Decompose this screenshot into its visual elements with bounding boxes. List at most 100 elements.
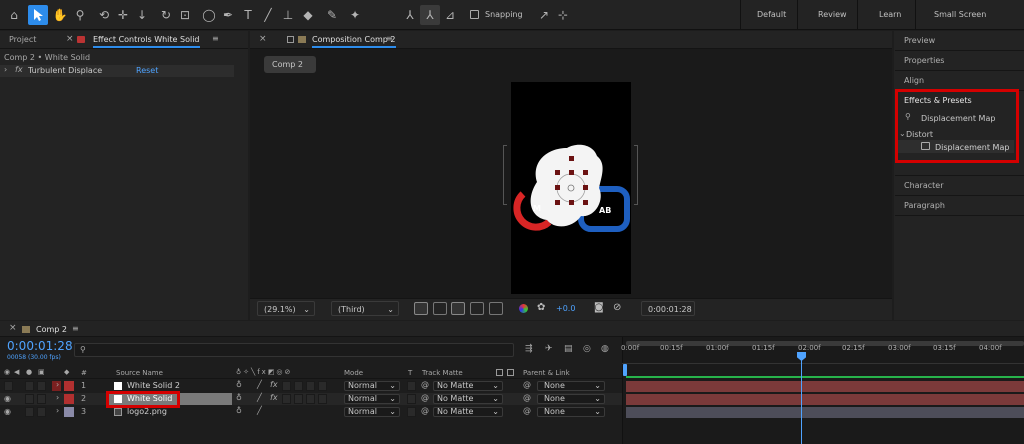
workspace-review[interactable]: Review [818, 10, 847, 19]
ellipse-tool-icon[interactable]: ◯ [199, 5, 219, 25]
pickwhip-icon[interactable]: @ [421, 393, 429, 402]
quality-icon[interactable]: ╱ [257, 380, 262, 389]
shy-icon[interactable]: ♁ [236, 393, 242, 402]
workspace-learn[interactable]: Learn [879, 10, 901, 19]
pan-camera-icon[interactable]: ✛ [113, 5, 133, 25]
lock-switch-icon[interactable]: ▣ [38, 368, 45, 376]
solo-toggle[interactable] [25, 381, 34, 391]
comp-panel-menu-icon[interactable]: ≡ [386, 34, 393, 43]
zoom-dropdown[interactable]: (29.1%) ⌄ [257, 301, 315, 316]
pickwhip-icon[interactable]: @ [421, 380, 429, 389]
layer-name[interactable]: logo2.png [127, 407, 167, 416]
snapping-checkbox[interactable] [470, 10, 479, 19]
switch-cell[interactable] [306, 394, 315, 404]
snap-edges-icon[interactable]: ↗ [534, 5, 554, 25]
comp-flowchart-icon[interactable]: ⇶ [525, 344, 533, 354]
preserve-transparency-toggle[interactable] [407, 407, 416, 417]
preserve-transparency-toggle[interactable] [407, 394, 416, 404]
lock-toggle[interactable] [37, 381, 46, 391]
dolly-camera-icon[interactable]: ↓ [132, 5, 152, 25]
expand-chevron-icon[interactable]: › [56, 380, 59, 389]
video-toggle[interactable] [4, 381, 13, 391]
roto-brush-icon[interactable]: ✎ [322, 5, 342, 25]
mode-dropdown[interactable]: Normal ⌄ [344, 381, 400, 391]
label-color[interactable] [64, 394, 74, 404]
switch-cell[interactable] [294, 394, 303, 404]
expand-chevron-icon[interactable]: › [56, 406, 59, 415]
timeline-menu-icon[interactable]: ≡ [72, 324, 79, 333]
exposure-reset-icon[interactable]: ✿ [537, 302, 545, 313]
fx-icon[interactable]: fx [270, 393, 278, 402]
workspace-small-screen[interactable]: Small Screen [934, 10, 986, 19]
solo-toggle[interactable] [25, 394, 34, 404]
lock-toggle[interactable] [37, 394, 46, 404]
frame-blending-icon[interactable]: ◎ [583, 344, 591, 354]
mode-dropdown[interactable]: Normal ⌄ [344, 394, 400, 404]
pan-behind-icon[interactable]: ⊡ [175, 5, 195, 25]
work-area-start-handle[interactable] [623, 364, 627, 376]
fx-icon[interactable]: fx [15, 65, 23, 74]
type-tool-icon[interactable]: T [238, 5, 258, 25]
show-snapshot-icon[interactable]: ⊘ [613, 302, 621, 313]
camera-icon[interactable]: ◙ [594, 302, 604, 313]
track-matte-dropdown[interactable]: No Matte ⌄ [433, 394, 503, 404]
track-matte-dropdown[interactable]: No Matte ⌄ [433, 407, 503, 417]
layer-bar[interactable] [626, 381, 1024, 392]
color-channels-icon[interactable] [519, 304, 528, 313]
view-axis-icon[interactable]: ⊿ [440, 5, 460, 25]
layer-name[interactable]: White Solid 2 [127, 381, 180, 390]
eye-icon[interactable]: ◉ [4, 394, 11, 403]
solo-toggle[interactable] [25, 407, 34, 417]
fx-icon[interactable]: fx [270, 380, 278, 389]
lock-toggle[interactable] [37, 407, 46, 417]
panel-menu-icon[interactable]: ≡ [212, 34, 219, 43]
expand-chevron-icon[interactable]: › [56, 393, 59, 402]
matte-invert-icon[interactable] [507, 369, 514, 376]
paragraph-panel-label[interactable]: Paragraph [904, 201, 945, 210]
switch-cell[interactable] [282, 394, 291, 404]
effect-row[interactable]: › fx Turbulent Displace Reset [0, 65, 234, 77]
mode-dropdown[interactable]: Normal ⌄ [344, 407, 400, 417]
audio-switch-icon[interactable]: ◀ [14, 368, 19, 376]
video-switch-icon[interactable]: ◉ [4, 368, 10, 376]
close-icon[interactable]: × [66, 34, 74, 44]
home-icon[interactable]: ⌂ [4, 5, 24, 25]
eye-icon[interactable]: ◉ [4, 407, 11, 416]
tab-project[interactable]: Project [9, 35, 36, 44]
layer-switches-icon[interactable]: ♁✧╲fx◩◎⊘ [236, 368, 292, 376]
layer-row[interactable]: › 1 White Solid 2 ♁ ╱ fx Normal ⌄ @ No Ma… [0, 380, 622, 392]
rotate-tool-icon[interactable]: ↻ [156, 5, 176, 25]
comp-close-icon[interactable]: × [259, 34, 267, 44]
timeline-timecode[interactable]: 0:00:01:28 [7, 339, 73, 353]
parent-dropdown[interactable]: None ⌄ [537, 407, 605, 417]
switch-cell[interactable] [318, 381, 327, 391]
parent-pickwhip-icon[interactable]: @ [523, 380, 531, 389]
exposure-value[interactable]: +0.0 [556, 304, 575, 313]
shy-icon[interactable]: ♁ [236, 380, 242, 389]
puppet-pin-icon[interactable]: ✦ [345, 5, 365, 25]
chevron-right-icon[interactable]: › [4, 65, 7, 74]
pickwhip-icon[interactable]: @ [421, 406, 429, 415]
transparency-grid-icon[interactable] [433, 302, 447, 315]
comp-timecode[interactable]: 0:00:01:28 [641, 301, 695, 316]
switch-cell[interactable] [282, 381, 291, 391]
region-of-interest-icon[interactable] [414, 302, 428, 315]
parent-dropdown[interactable]: None ⌄ [537, 394, 605, 404]
switch-cell[interactable] [294, 381, 303, 391]
parent-pickwhip-icon[interactable]: @ [523, 406, 531, 415]
motion-blur-icon[interactable]: ◍ [601, 344, 609, 354]
work-area-bar[interactable] [626, 341, 1024, 346]
properties-panel-label[interactable]: Properties [904, 56, 944, 65]
snap-features-icon[interactable]: ⊹ [553, 5, 573, 25]
timeline-close-icon[interactable]: × [9, 323, 17, 333]
composition-frame[interactable]: M AB [511, 82, 631, 294]
parent-dropdown[interactable]: None ⌄ [537, 381, 605, 391]
switch-cell[interactable] [306, 381, 315, 391]
world-axis-icon[interactable]: ⅄ [420, 5, 440, 25]
timeline-search-input[interactable]: ⚲ [74, 343, 514, 357]
matte-switch-icon[interactable] [496, 369, 503, 376]
label-color[interactable] [64, 381, 74, 391]
tab-effect-controls[interactable]: Effect Controls White Solid [93, 35, 200, 48]
layer-bar[interactable] [626, 394, 1024, 405]
parent-pickwhip-icon[interactable]: @ [523, 393, 531, 402]
